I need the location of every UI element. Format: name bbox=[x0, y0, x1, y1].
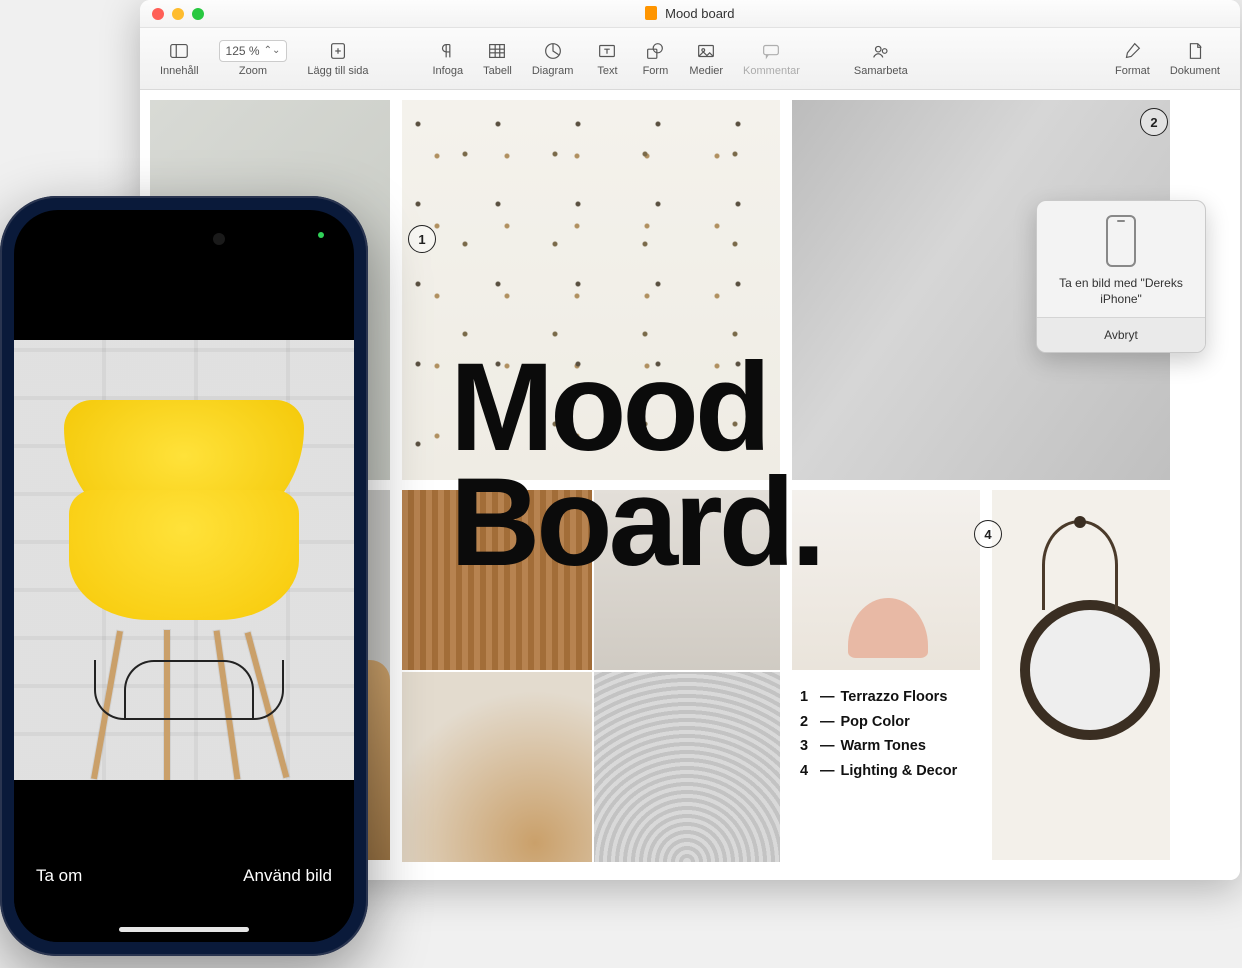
piechart-icon bbox=[542, 40, 564, 62]
retake-button[interactable]: Ta om bbox=[36, 866, 82, 886]
document-icon bbox=[645, 6, 657, 20]
photo-chair-seat bbox=[69, 490, 299, 620]
dynamic-island bbox=[129, 224, 239, 254]
text-button[interactable]: Text bbox=[585, 36, 629, 81]
collaborate-label: Samarbeta bbox=[854, 65, 908, 77]
media-label: Medier bbox=[689, 65, 723, 77]
comment-label: Kommentar bbox=[743, 65, 800, 77]
iphone-device: Ta om Använd bild bbox=[0, 196, 368, 956]
add-page-label: Lägg till sida bbox=[307, 65, 368, 77]
zoom-label: Zoom bbox=[239, 65, 267, 77]
moodboard-image-lamp[interactable] bbox=[792, 490, 980, 670]
comment-button: Kommentar bbox=[735, 36, 808, 81]
window-controls bbox=[152, 8, 204, 20]
media-button[interactable]: Medier bbox=[681, 36, 731, 81]
moodboard-image-mirror[interactable] bbox=[992, 490, 1170, 860]
shape-button[interactable]: Form bbox=[633, 36, 677, 81]
fullscreen-window-button[interactable] bbox=[192, 8, 204, 20]
sidebar-icon bbox=[168, 40, 190, 62]
iphone-screen: Ta om Använd bild bbox=[14, 210, 354, 942]
table-button[interactable]: Tabell bbox=[475, 36, 520, 81]
chart-button[interactable]: Diagram bbox=[524, 36, 582, 81]
moodboard-image-terrazzo[interactable] bbox=[402, 100, 780, 480]
titlebar: Mood board bbox=[140, 0, 1240, 28]
legend-row: 3—Warm Tones bbox=[800, 734, 957, 759]
popover-cancel-button[interactable]: Avbryt bbox=[1037, 317, 1205, 352]
collaborate-icon bbox=[870, 40, 892, 62]
close-window-button[interactable] bbox=[152, 8, 164, 20]
camera-photo-preview[interactable] bbox=[14, 340, 354, 780]
iphone-outline-icon bbox=[1106, 215, 1136, 267]
legend-row: 2—Pop Color bbox=[800, 710, 957, 735]
moodboard-image-leather[interactable] bbox=[402, 672, 592, 862]
format-label: Format bbox=[1115, 65, 1150, 77]
document-button[interactable]: Dokument bbox=[1162, 36, 1228, 81]
media-icon bbox=[695, 40, 717, 62]
callout-1[interactable]: 1 bbox=[408, 225, 436, 253]
collaborate-button[interactable]: Samarbeta bbox=[846, 36, 916, 81]
legend-row: 4—Lighting & Decor bbox=[800, 759, 957, 784]
minimize-window-button[interactable] bbox=[172, 8, 184, 20]
view-button-label: Innehåll bbox=[160, 65, 199, 77]
format-button[interactable]: Format bbox=[1107, 36, 1158, 81]
legend-row: 1—Terrazzo Floors bbox=[800, 685, 957, 710]
comment-icon bbox=[760, 40, 782, 62]
zoom-value: 125 % bbox=[226, 44, 260, 58]
table-icon bbox=[486, 40, 508, 62]
continuity-camera-popover: Ta en bild med "Dereks iPhone" Avbryt bbox=[1036, 200, 1206, 353]
zoom-select[interactable]: 125 % ⌃⌄ bbox=[219, 40, 288, 62]
text-label: Text bbox=[597, 65, 617, 77]
view-button[interactable]: Innehåll bbox=[152, 36, 207, 81]
plus-page-icon bbox=[327, 40, 349, 62]
paintbrush-icon bbox=[1121, 40, 1143, 62]
popover-message: Ta en bild med "Dereks iPhone" bbox=[1037, 275, 1205, 317]
moodboard-image-wood[interactable] bbox=[402, 490, 592, 670]
toolbar: Innehåll 125 % ⌃⌄ Zoom Lägg till sida In… bbox=[140, 28, 1240, 90]
add-page-button[interactable]: Lägg till sida bbox=[299, 36, 376, 81]
insert-button[interactable]: Infoga bbox=[425, 36, 472, 81]
chart-label: Diagram bbox=[532, 65, 574, 77]
document-icon bbox=[1184, 40, 1206, 62]
moodboard-image-fur[interactable] bbox=[594, 672, 780, 862]
zoom-control[interactable]: 125 % ⌃⌄ Zoom bbox=[211, 36, 296, 81]
insert-label: Infoga bbox=[433, 65, 464, 77]
moodboard-image-plaster[interactable] bbox=[594, 490, 780, 670]
callout-4[interactable]: 4 bbox=[974, 520, 1002, 548]
home-indicator[interactable] bbox=[119, 927, 249, 932]
shape-label: Form bbox=[643, 65, 669, 77]
legend[interactable]: 1—Terrazzo Floors 2—Pop Color 3—Warm Ton… bbox=[800, 685, 957, 784]
chevron-updown-icon: ⌃⌄ bbox=[264, 46, 281, 56]
document-label: Dokument bbox=[1170, 65, 1220, 77]
window-title: Mood board bbox=[140, 6, 1240, 21]
pilcrow-icon bbox=[437, 40, 459, 62]
use-photo-button[interactable]: Använd bild bbox=[243, 866, 332, 886]
camera-indicator-dot bbox=[318, 232, 324, 238]
textbox-icon bbox=[596, 40, 618, 62]
shape-icon bbox=[644, 40, 666, 62]
window-title-text: Mood board bbox=[665, 6, 734, 21]
camera-bottom-bar: Ta om Använd bild bbox=[14, 822, 354, 942]
table-label: Tabell bbox=[483, 65, 512, 77]
callout-2[interactable]: 2 bbox=[1140, 108, 1168, 136]
